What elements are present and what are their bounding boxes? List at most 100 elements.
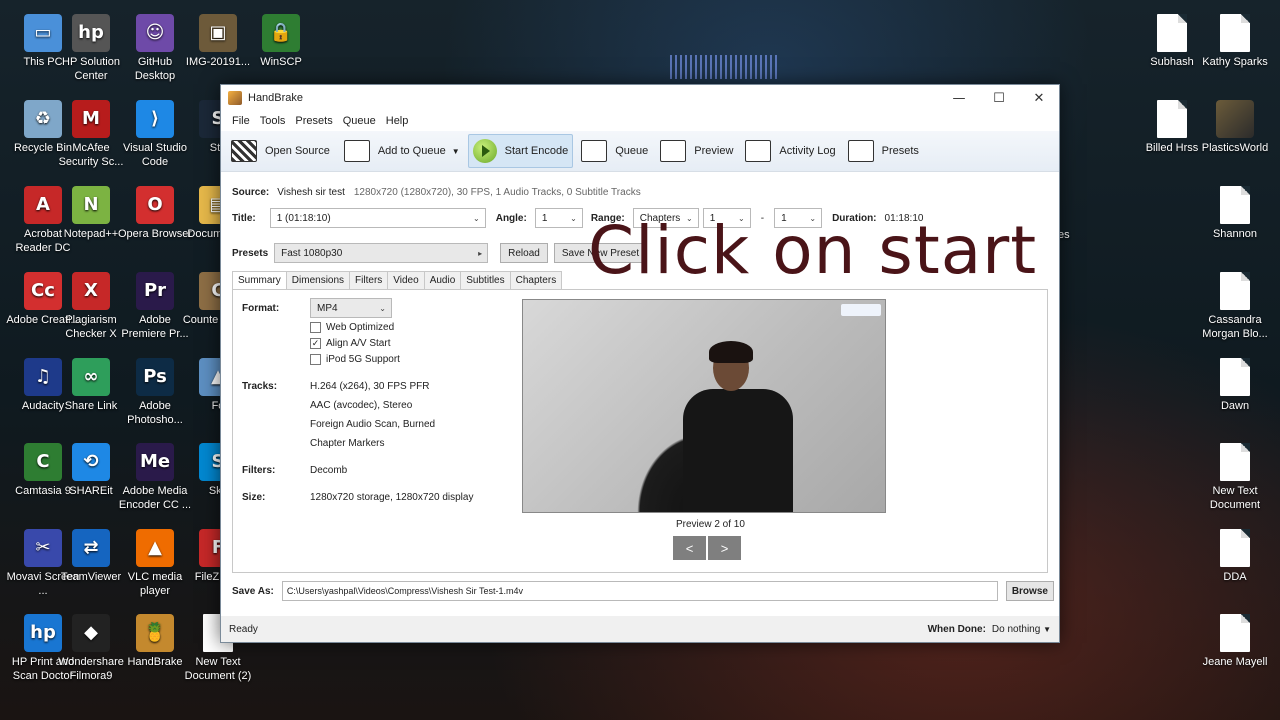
adobe-media-encoder-cc-icon: Me	[136, 443, 174, 481]
menu-help[interactable]: Help	[381, 115, 414, 127]
open-source-button[interactable]: Open Source	[227, 135, 334, 167]
minimize-button[interactable]: —	[939, 85, 979, 111]
menu-queue[interactable]: Queue	[338, 115, 381, 127]
desktop-icon-shareit[interactable]: ⟲ SHAREit	[54, 443, 128, 498]
desktop-icon-dawn[interactable]: Dawn	[1198, 358, 1272, 413]
window-title: HandBrake	[248, 92, 304, 104]
add-to-queue-label: Add to Queue	[377, 145, 446, 157]
format-dropdown[interactable]: MP4 ⌄	[310, 298, 392, 318]
visual-studio-code-icon: ⟩	[136, 100, 174, 138]
desktop-icon-label: Dawn	[1220, 400, 1250, 412]
web-optimized-label: Web Optimized	[326, 322, 395, 333]
tab-filters[interactable]: Filters	[349, 271, 389, 289]
chevron-down-icon[interactable]: ▼	[452, 147, 460, 156]
tab-subtitles[interactable]: Subtitles	[460, 271, 511, 289]
play-icon	[472, 139, 497, 163]
presenter-torso	[683, 389, 793, 512]
tab-video[interactable]: Video	[387, 271, 425, 289]
desktop-icon-teamviewer[interactable]: ⇄ TeamViewer	[54, 529, 128, 584]
desktop-icon-label: Share Link	[64, 400, 118, 412]
handbrake-window: HandBrake — ☐ ✕ File Tools Presets Queue…	[220, 84, 1060, 643]
desktop-icon-wondershare-filmora9[interactable]: ◆ Wondershare Filmora9	[54, 614, 128, 683]
adobe-photosho-icon: Ps	[136, 358, 174, 396]
desktop-icon-hp-solution-center[interactable]: hp HP Solution Center	[54, 14, 128, 83]
menu-presets[interactable]: Presets	[290, 115, 337, 127]
desktop-icon-mcafee-security-sc[interactable]: M McAfee Security Sc...	[54, 100, 128, 169]
status-ready: Ready	[229, 623, 258, 635]
desktop-icon-new-text-document[interactable]: New Text Document	[1198, 443, 1272, 512]
desktop-icon-share-link[interactable]: ∞ Share Link	[54, 358, 128, 413]
desktop-icon-label: New Text Document (2)	[184, 656, 252, 682]
chevron-right-icon: ▸	[478, 248, 483, 258]
ipod-label: iPod 5G Support	[326, 354, 400, 365]
presenter-figure	[673, 341, 803, 512]
tab-dimensions[interactable]: Dimensions	[285, 271, 351, 289]
menu-file[interactable]: File	[227, 115, 255, 127]
add-image-icon	[343, 140, 370, 162]
angle-value: 1	[541, 212, 548, 224]
when-done-dropdown[interactable]: Do nothing ▼	[992, 624, 1051, 635]
desktop-icon-dda[interactable]: DDA	[1198, 529, 1272, 584]
maximize-button[interactable]: ☐	[979, 85, 1019, 111]
presets-row-label: Presets	[232, 247, 269, 259]
desktop-icon-shannon[interactable]: Shannon	[1198, 186, 1272, 241]
reload-button[interactable]: Reload	[500, 243, 548, 263]
preset-selector[interactable]: Fast 1080p30 ▸	[274, 243, 489, 263]
desktop-icon-plasticsworld[interactable]: PlasticsWorld	[1198, 100, 1272, 155]
save-as-label: Save As:	[232, 585, 274, 597]
size-value: 1280x720 storage, 1280x720 display	[310, 492, 474, 503]
activity-log-icon	[745, 140, 772, 162]
adobe-premiere-pr-icon: Pr	[136, 272, 174, 310]
angle-dropdown[interactable]: 1 ⌄	[534, 208, 583, 228]
desktop-icon-label: Shannon	[1212, 228, 1258, 240]
add-to-queue-button[interactable]: Add to Queue ▼	[340, 135, 464, 167]
menu-tools[interactable]: Tools	[255, 115, 291, 127]
preview-next-button[interactable]: >	[708, 536, 741, 560]
ipod-checkbox[interactable]: iPod 5G Support	[310, 354, 400, 365]
align-av-label: Align A/V Start	[326, 338, 391, 349]
when-done-value: Do nothing	[991, 623, 1041, 635]
desktop-icon-plagiarism-checker-x[interactable]: X Plagiarism Checker X	[54, 272, 128, 341]
web-optimized-checkbox[interactable]: Web Optimized	[310, 322, 394, 333]
title-dropdown[interactable]: 1 (01:18:10) ⌄	[269, 208, 486, 228]
desktop-icon-label: Plagiarism Checker X	[65, 314, 117, 340]
activity-log-button[interactable]: Activity Log	[741, 135, 839, 167]
desktop-icon-label: New Text Document	[1209, 485, 1261, 511]
preview-prev-button[interactable]: <	[673, 536, 706, 560]
desktop-icon-cassandra-morgan-blo[interactable]: Cassandra Morgan Blo...	[1198, 272, 1272, 341]
browse-button[interactable]: Browse	[1005, 581, 1054, 601]
preview-icon	[660, 140, 687, 162]
desktop-icon-jeane-mayell[interactable]: Jeane Mayell	[1198, 614, 1272, 669]
queue-icon	[581, 140, 608, 162]
handbrake-icon	[228, 91, 242, 105]
source-name: Vishesh sir test	[277, 186, 345, 198]
opera-browser-icon: O	[136, 186, 174, 224]
desktop-icon-notepad[interactable]: N Notepad++	[54, 186, 128, 241]
queue-label: Queue	[615, 145, 649, 157]
preview-button[interactable]: Preview	[656, 135, 737, 167]
preview-label: Preview	[694, 145, 734, 157]
queue-button[interactable]: Queue	[577, 135, 652, 167]
tab-chapters[interactable]: Chapters	[509, 271, 563, 289]
start-encode-button[interactable]: Start Encode	[467, 134, 574, 168]
save-path-input[interactable]: C:\Users\yashpal\Videos\Compress\Vishesh…	[281, 581, 998, 601]
vlc-media-player-icon: ▲	[136, 529, 174, 567]
align-av-checkbox[interactable]: ✓ Align A/V Start	[310, 338, 390, 349]
github-desktop-icon: ☺	[136, 14, 174, 52]
source-info: 1280x720 (1280x720), 30 FPS, 1 Audio Tra…	[353, 186, 641, 198]
desktop-icon-label: Cassandra Morgan Blo...	[1202, 314, 1268, 340]
document-icon	[1220, 443, 1250, 481]
desktop-icon-winscp[interactable]: 🔒 WinSCP	[244, 14, 318, 69]
document-icon	[1220, 529, 1250, 567]
mcafee-security-sc-icon: M	[72, 100, 110, 138]
desktop-icon-label: SHAREit	[69, 485, 113, 497]
desktop-icon-kathy-sparks[interactable]: Kathy Sparks	[1198, 14, 1272, 69]
desktop-icon-label: Wondershare Filmora9	[58, 656, 124, 682]
document-icon	[1157, 100, 1187, 138]
close-button[interactable]: ✕	[1019, 85, 1059, 111]
tab-audio[interactable]: Audio	[423, 271, 462, 289]
presets-button[interactable]: Presets	[844, 135, 923, 167]
tab-summary[interactable]: Summary	[232, 271, 287, 289]
document-icon	[1220, 186, 1250, 224]
presets-label: Presets	[881, 145, 919, 157]
